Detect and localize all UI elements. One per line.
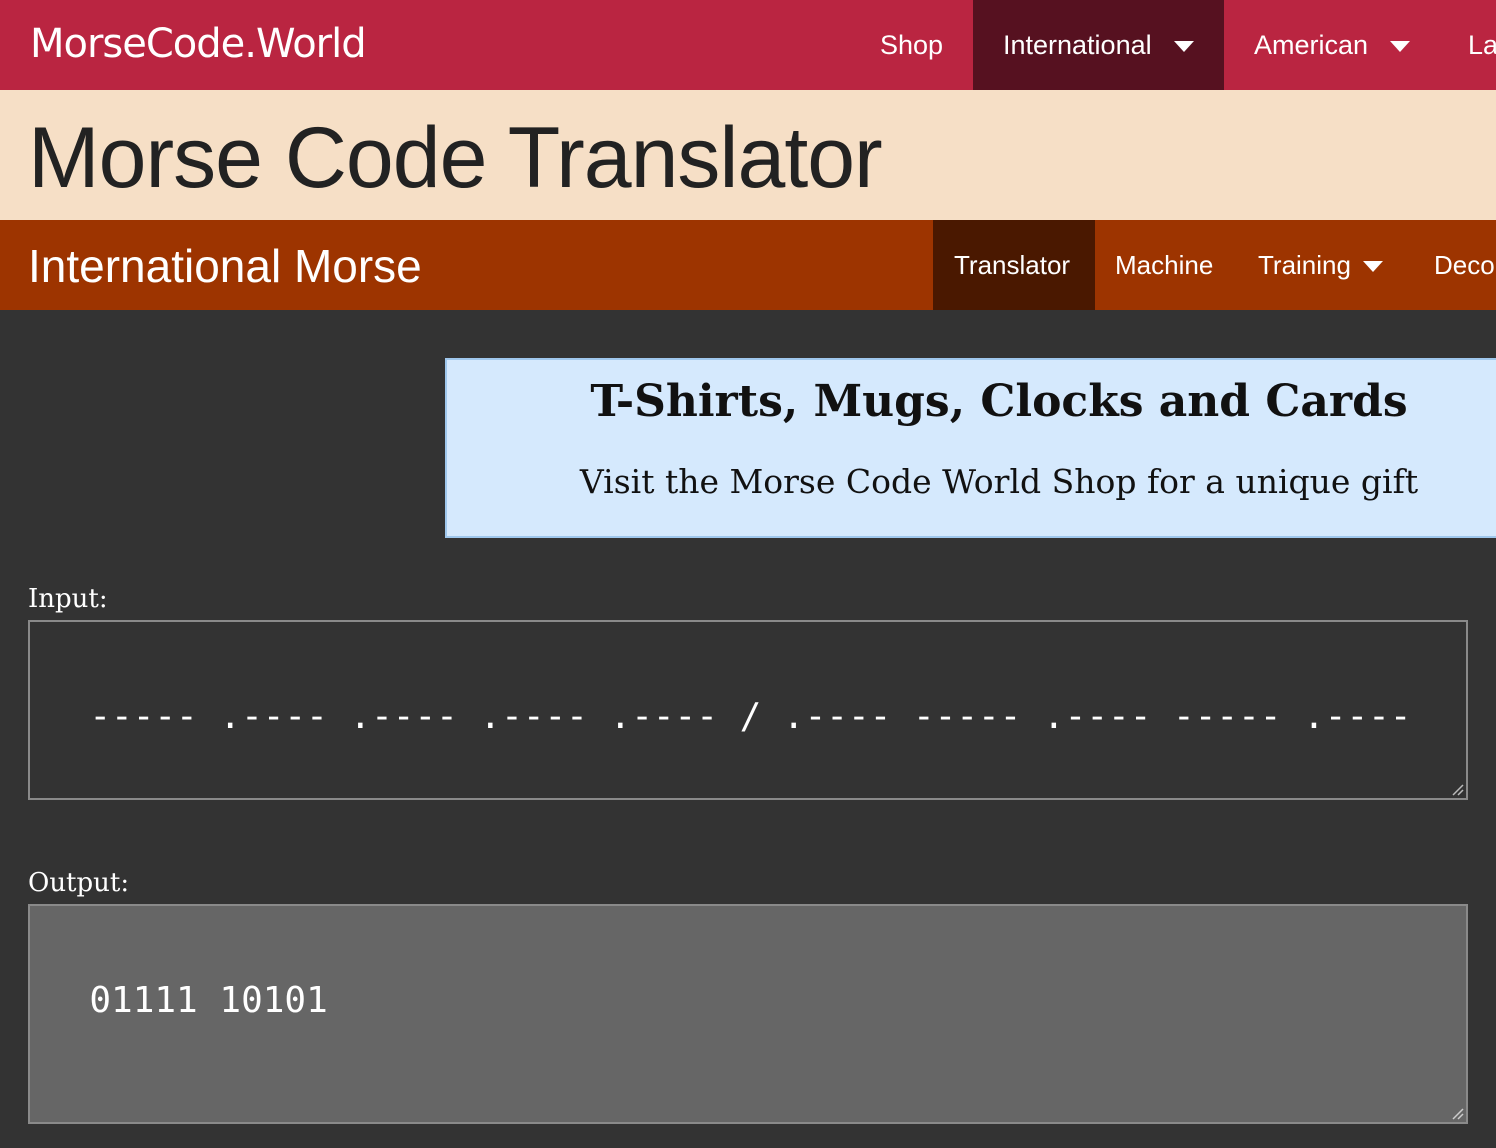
subnav-machine[interactable]: Machine [1095,220,1237,310]
output-label: Output: [28,868,130,898]
subnav-training-dropdown[interactable]: Training [1237,220,1414,310]
nav-language-dropdown[interactable]: La [1438,0,1496,90]
nav-shop[interactable]: Shop [850,0,972,90]
input-textarea[interactable]: ----- .---- .---- .---- .---- / .---- --… [28,620,1468,800]
nav-shop-label: Shop [880,29,944,60]
subnav-training-label: Training [1258,249,1351,280]
subnav-decoder-label: Deco [1434,249,1495,280]
resize-grip-icon[interactable] [1450,1106,1464,1120]
input-label: Input: [28,584,108,614]
subnav-translator-label: Translator [954,249,1071,280]
site-brand-link[interactable]: MorseCode.World [30,16,367,72]
nav-american-dropdown[interactable]: American [1224,0,1438,90]
output-textarea[interactable]: 01111 10101 [28,904,1468,1124]
caret-down-icon [1362,260,1383,272]
caret-down-icon [1390,40,1411,52]
subnav-decoder[interactable]: Deco [1414,220,1496,310]
nav-language-label: La [1468,29,1496,60]
nav-american-label: American [1254,29,1369,60]
section-navbar: International Morse Translator Machine T… [0,220,1496,310]
page-title: Morse Code Translator [28,110,883,206]
page-header: Morse Code Translator [0,90,1496,220]
nav-international-label: International [1003,29,1152,60]
subnav-translator[interactable]: Translator [933,220,1095,310]
nav-international-dropdown[interactable]: International [973,0,1224,90]
shop-promo-banner[interactable]: T-Shirts, Mugs, Clocks and Cards Visit t… [445,358,1496,538]
resize-grip-icon[interactable] [1450,782,1464,796]
section-title-link[interactable]: International Morse [28,238,422,294]
promo-title: T-Shirts, Mugs, Clocks and Cards [590,376,1408,427]
subnav-machine-label: Machine [1115,249,1214,280]
input-text: ----- .---- .---- .---- .---- / .---- --… [89,696,1412,737]
top-navbar: MorseCode.World Shop International Ameri… [0,0,1496,90]
caret-down-icon [1173,40,1194,52]
output-text: 01111 10101 [89,980,328,1021]
promo-text: Visit the Morse Code World Shop for a un… [579,462,1419,501]
